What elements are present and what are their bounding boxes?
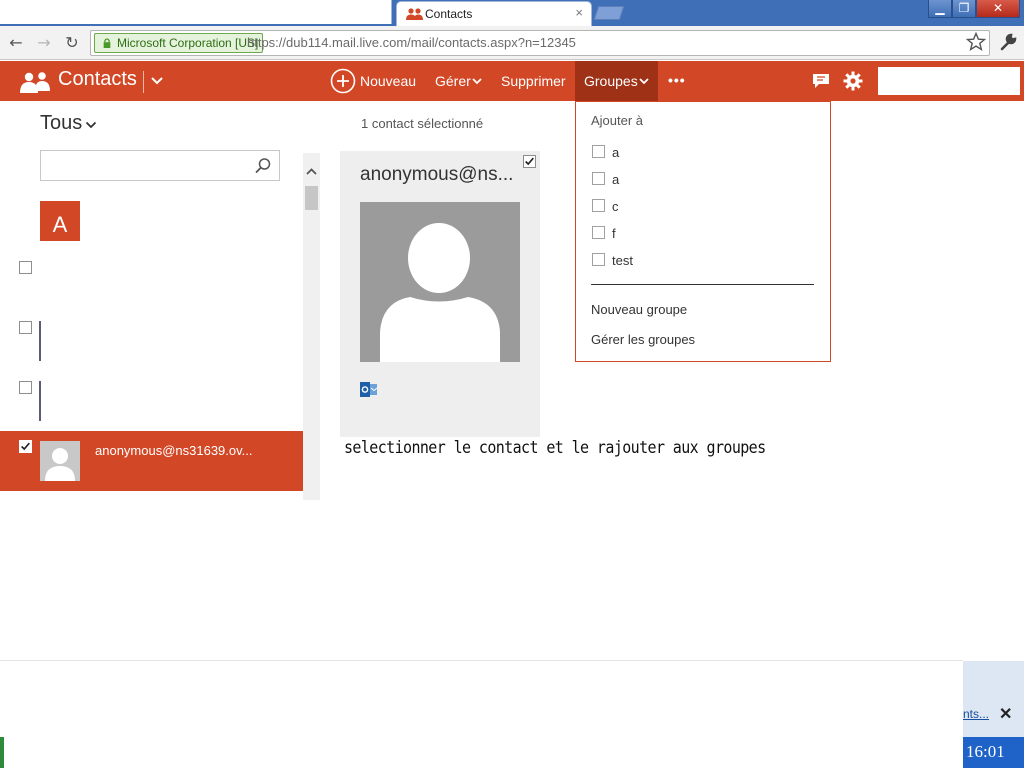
scrollbar-thumb[interactable] [305, 186, 318, 210]
chat-icon[interactable] [812, 73, 830, 89]
group-label[interactable]: test [612, 253, 633, 268]
back-icon[interactable]: ← [6, 33, 26, 53]
contact-search-input[interactable] [40, 150, 280, 181]
contact-row-marker [39, 321, 41, 361]
groups-dropdown-divider [591, 284, 814, 285]
group-checkbox[interactable] [592, 253, 605, 266]
contact-checkbox-checked[interactable] [19, 440, 32, 453]
group-label[interactable]: a [612, 145, 619, 160]
groups-button[interactable]: Groupes [584, 73, 638, 89]
people-icon [20, 72, 50, 93]
tab-title: Contacts [425, 7, 473, 21]
window-restore-button[interactable]: ❐ [952, 0, 976, 18]
card-checkbox-checked[interactable] [523, 155, 536, 168]
lock-icon [103, 38, 111, 48]
notification-bar [0, 660, 963, 768]
person-silhouette-icon [40, 441, 80, 481]
window-close-button[interactable]: ✕ [976, 0, 1020, 18]
manage-button[interactable]: Gérer [435, 73, 471, 89]
person-silhouette-icon [360, 202, 520, 362]
annotation-caption: selectionner le contact et le rajouter a… [344, 437, 766, 458]
group-label[interactable]: c [612, 199, 619, 214]
search-icon[interactable] [254, 157, 272, 175]
bookmark-star-icon[interactable] [966, 32, 986, 52]
chevron-down-icon [639, 78, 649, 85]
taskbar-clock[interactable]: 16:01 [966, 742, 1005, 762]
browser-tab-contacts[interactable]: Contacts × [396, 1, 592, 26]
more-button[interactable]: ••• [668, 72, 686, 88]
delete-button[interactable]: Supprimer [501, 73, 566, 89]
letter-index-tile[interactable]: A [40, 201, 80, 241]
header-divider [143, 71, 144, 93]
group-checkbox[interactable] [592, 226, 605, 239]
contact-row-marker [39, 381, 41, 421]
reload-icon[interactable]: ↻ [62, 33, 82, 53]
contact-photo [360, 202, 520, 362]
new-button[interactable]: Nouveau [360, 73, 416, 89]
group-checkbox[interactable] [592, 145, 605, 158]
contact-filter[interactable]: Tous [40, 112, 82, 135]
groups-dropdown-heading: Ajouter à [591, 113, 644, 128]
address-bar[interactable]: Microsoft Corporation [US] https://dub11… [90, 30, 990, 56]
wrench-icon[interactable] [998, 32, 1018, 52]
app-brand[interactable]: Contacts [20, 67, 160, 95]
outlook-icon[interactable] [360, 382, 377, 397]
group-checkbox[interactable] [592, 172, 605, 185]
ev-certificate-badge[interactable]: Microsoft Corporation [US] [94, 33, 264, 53]
contact-checkbox[interactable] [19, 381, 32, 394]
ev-certificate-label: Microsoft Corporation [US] [117, 36, 259, 50]
forward-icon[interactable]: → [34, 33, 54, 53]
url-text: https://dub114.mail.live.com/mail/contac… [247, 35, 576, 50]
chevron-down-icon [472, 78, 482, 85]
card-contact-name: anonymous@ns... [360, 164, 514, 185]
chevron-down-icon[interactable] [150, 74, 164, 88]
scroll-up-icon[interactable] [304, 165, 319, 179]
contact-checkbox[interactable] [19, 261, 32, 274]
account-area[interactable] [878, 67, 1020, 95]
chevron-down-icon[interactable] [85, 120, 97, 130]
new-tab-button[interactable] [593, 6, 625, 20]
app-title: Contacts [58, 68, 137, 90]
start-button-edge[interactable] [0, 737, 4, 768]
browser-tab-blank[interactable] [0, 0, 392, 24]
group-label[interactable]: a [612, 172, 619, 187]
manage-groups-link[interactable]: Gérer les groupes [591, 332, 695, 347]
people-icon [406, 8, 423, 20]
close-icon[interactable]: ✕ [999, 704, 1012, 724]
group-checkbox[interactable] [592, 199, 605, 212]
tab-close-icon[interactable]: × [575, 5, 583, 20]
group-label[interactable]: f [612, 226, 616, 241]
notification-link[interactable]: nts... [963, 707, 989, 721]
gear-icon[interactable] [843, 71, 863, 91]
selected-contact-name: anonymous@ns31639.ov... [95, 443, 253, 458]
window-minimize-button[interactable]: ▁ [928, 0, 952, 18]
new-group-link[interactable]: Nouveau groupe [591, 302, 687, 317]
contact-checkbox[interactable] [19, 321, 32, 334]
selection-count: 1 contact sélectionné [361, 116, 484, 131]
add-circle-icon[interactable] [330, 68, 356, 94]
browser-toolbar: ← → ↻ Microsoft Corporation [US] https:/… [0, 26, 1024, 60]
avatar [40, 441, 80, 481]
